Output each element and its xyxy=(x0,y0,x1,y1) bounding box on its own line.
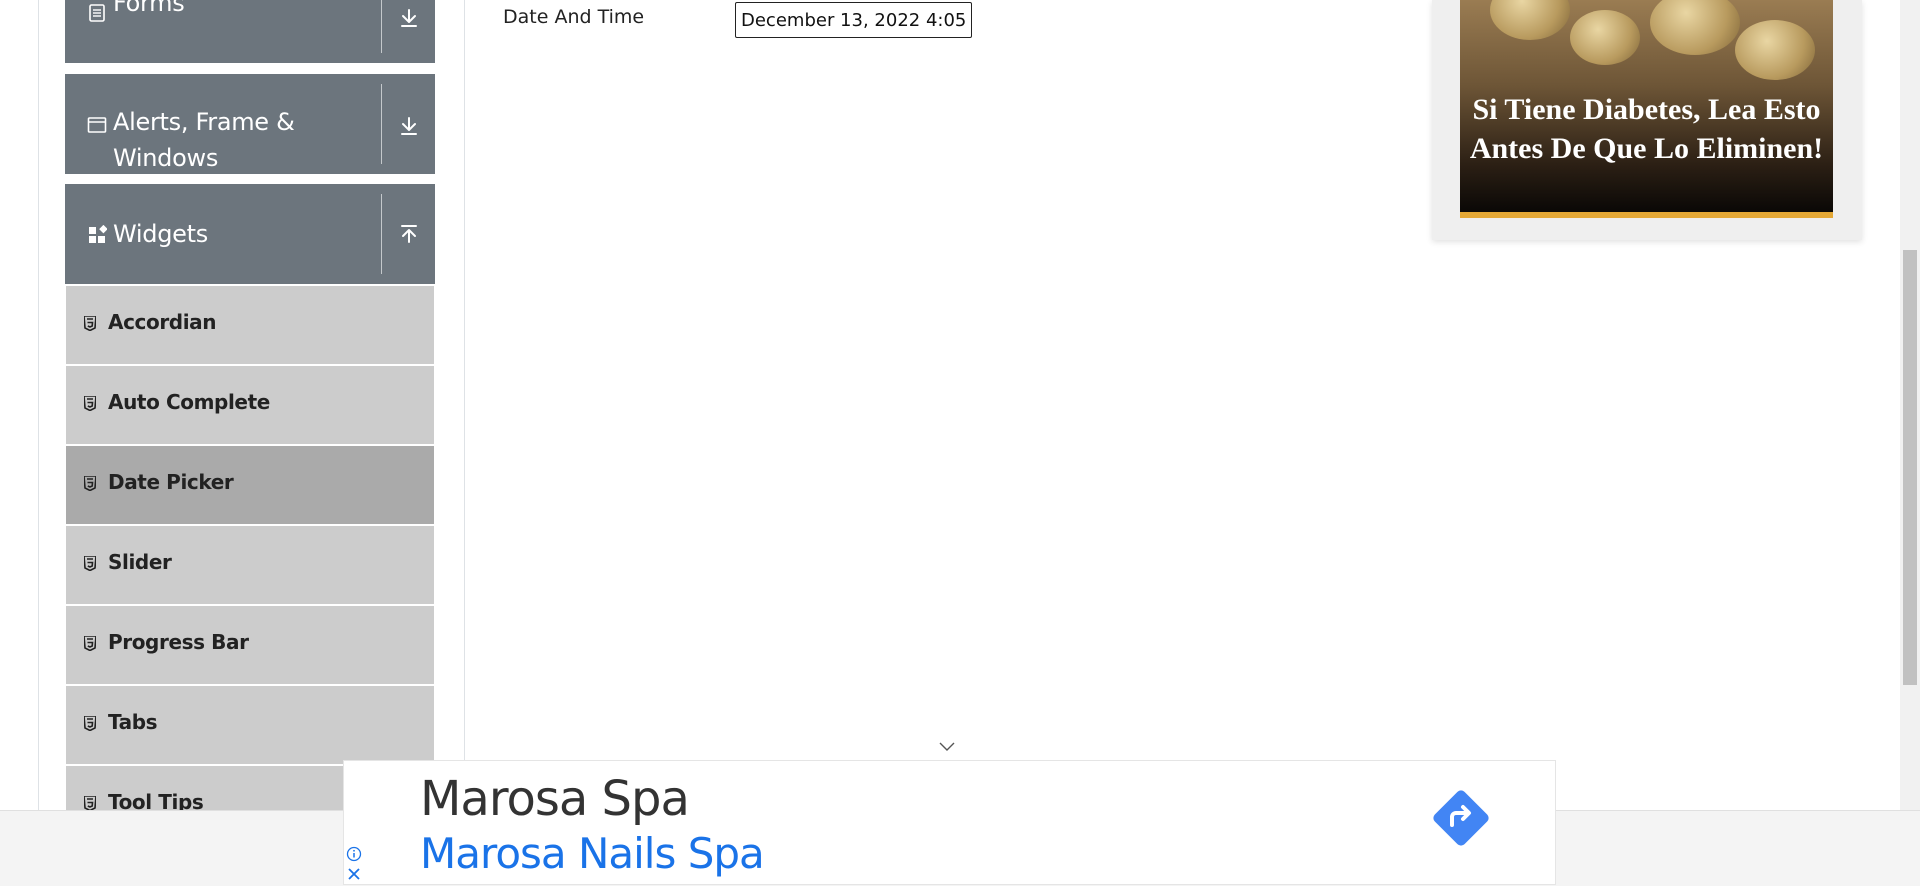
sidebar-item-tabs[interactable]: Tabs xyxy=(66,686,434,764)
html5-icon xyxy=(84,556,96,571)
sidebar-item-label: Progress Bar xyxy=(108,630,249,654)
sidebar-item-auto-complete[interactable]: Auto Complete xyxy=(66,366,434,444)
group-header-widgets[interactable]: Widgets xyxy=(65,184,435,284)
sidebar-left-border xyxy=(38,0,39,810)
sidebar-item-label: Tabs xyxy=(108,710,158,734)
date-time-input[interactable] xyxy=(735,2,972,38)
html5-icon xyxy=(84,316,96,331)
ad-accent-bar xyxy=(1460,212,1833,218)
ad-business-subtitle[interactable]: Marosa Nails Spa xyxy=(420,829,765,878)
group-header-forms[interactable]: Forms xyxy=(65,0,435,63)
sidebar-item-accordian[interactable]: Accordian xyxy=(66,286,434,364)
sidebar-item-label: Accordian xyxy=(108,310,217,334)
widgets-icon xyxy=(89,225,107,243)
ad-image-decoration xyxy=(1490,0,1570,40)
ad-image-decoration xyxy=(1570,10,1640,65)
date-time-label: Date And Time xyxy=(503,6,645,28)
content-divider xyxy=(464,0,465,810)
sidebar-item-slider[interactable]: Slider xyxy=(66,526,434,604)
ad-caption: Si Tiene Diabetes, Lea Esto Antes De Que… xyxy=(1469,93,1824,165)
scrollbar-thumb[interactable] xyxy=(1903,250,1917,685)
group-header-label: Widgets xyxy=(113,220,208,248)
download-arrow-icon[interactable] xyxy=(397,114,421,138)
window-icon xyxy=(87,117,107,133)
bottom-advertisement[interactable]: Marosa Spa Marosa Nails Spa xyxy=(343,760,1556,885)
sidebar-item-progress-bar[interactable]: Progress Bar xyxy=(66,606,434,684)
close-icon[interactable] xyxy=(346,866,362,882)
html5-icon xyxy=(84,636,96,651)
info-icon[interactable] xyxy=(346,846,362,862)
directions-icon[interactable] xyxy=(1428,785,1494,851)
header-divider xyxy=(381,84,382,164)
group-header-label-line2: Windows xyxy=(113,144,219,172)
chevron-down-icon[interactable] xyxy=(938,740,956,752)
html5-icon xyxy=(84,396,96,411)
group-header-label: Alerts, Frame & xyxy=(113,108,295,136)
ad-image-decoration xyxy=(1735,20,1815,80)
sidebar-item-label: Slider xyxy=(108,550,172,574)
html5-icon xyxy=(84,796,96,811)
download-arrow-icon[interactable] xyxy=(397,6,421,30)
html5-icon xyxy=(84,476,96,491)
html5-icon xyxy=(84,716,96,731)
group-header-label: Forms xyxy=(113,0,185,17)
group-header-alerts[interactable]: Alerts, Frame & Windows xyxy=(65,74,435,174)
ad-business-name[interactable]: Marosa Spa xyxy=(420,771,690,827)
upload-arrow-icon[interactable] xyxy=(397,222,421,246)
side-advertisement[interactable]: Si Tiene Diabetes, Lea Esto Antes De Que… xyxy=(1432,0,1862,240)
ad-image-decoration xyxy=(1650,0,1740,55)
header-divider xyxy=(381,194,382,274)
ad-image: Si Tiene Diabetes, Lea Esto Antes De Que… xyxy=(1460,0,1833,212)
sidebar-item-label: Date Picker xyxy=(108,470,234,494)
header-divider xyxy=(381,0,382,53)
sidebar-item-label: Auto Complete xyxy=(108,390,270,414)
form-icon xyxy=(89,4,105,22)
sidebar-item-date-picker[interactable]: Date Picker xyxy=(66,446,434,524)
